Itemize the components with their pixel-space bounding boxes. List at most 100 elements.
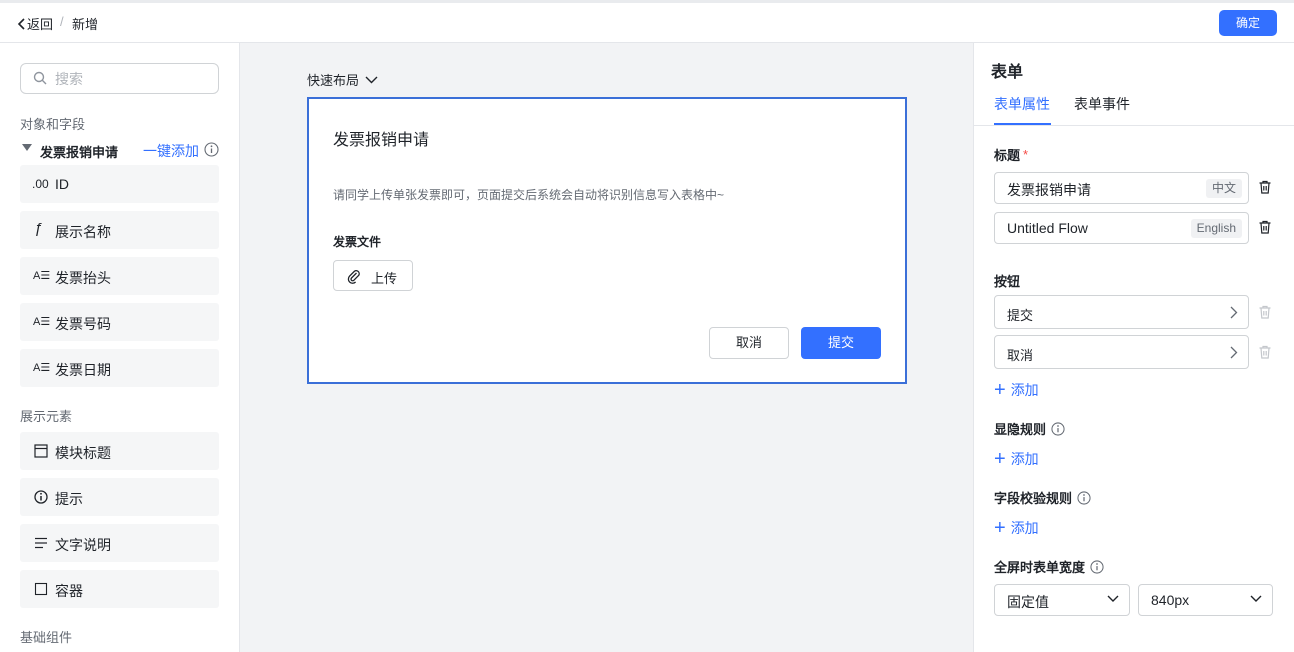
chevron-right-icon [1230,346,1238,359]
object-group-header[interactable]: 发票报销申请 一键添加 [20,141,220,161]
display-section-title: 展示元素 [20,409,73,424]
title-zh-input[interactable]: 发票报销申请 中文 [994,172,1249,204]
info-icon [34,490,48,504]
field-item-invoice-header[interactable]: A☰ 发票抬头 [20,257,219,295]
field-item-label: 发票日期 [55,362,111,378]
basic-components-title: 基础组件 [20,630,73,645]
lang-badge-en: English [1190,219,1242,238]
breadcrumb-current: 新增 [72,17,99,32]
info-icon[interactable] [204,142,219,157]
panel-tabs: 表单属性 表单事件 [974,83,1294,126]
field-item-invoice-date[interactable]: A☰ 发票日期 [20,349,219,387]
display-item-module-title[interactable]: 模块标题 [20,432,219,470]
container-icon [34,582,48,596]
active-tab-indicator [994,123,1051,125]
display-item-label: 模块标题 [55,445,111,461]
width-value-select[interactable]: 840px [1138,584,1273,616]
back-label: 返回 [27,17,54,32]
button-config-submit[interactable]: 提交 [994,295,1249,329]
paperclip-icon [347,270,360,284]
trash-icon [1259,345,1271,359]
width-mode-select[interactable]: 固定值 [994,584,1130,616]
display-item-label: 文字说明 [55,537,111,553]
form-description: 请同学上传单张发票即可，页面提交后系统会自动将识别信息写入表格中~ [333,188,725,202]
property-panel: 表单 表单属性 表单事件 标题 * 发票报销申请 中文 Untitled Flo… [973,43,1294,652]
button-config-cancel[interactable]: 取消 [994,335,1249,369]
trash-icon[interactable] [1257,179,1273,195]
chevron-down-icon [1107,595,1119,602]
title-section-label: 标题 * [994,145,1028,164]
search-input[interactable] [55,69,205,89]
field-item-display-name[interactable]: ƒ 展示名称 [20,211,219,249]
tab-form-properties[interactable]: 表单属性 [994,94,1050,114]
add-label: 添加 [1010,451,1039,467]
plus-icon: + [994,448,1006,470]
confirm-button[interactable]: 确定 [1219,10,1277,36]
fullscreen-width-label: 全屏时表单宽度 [994,557,1104,576]
form-canvas: 快速布局 发票报销申请 请同学上传单张发票即可，页面提交后系统会自动将识别信息写… [240,43,973,652]
objects-section-title: 对象和字段 [20,117,86,132]
button-config-label: 提交 [1007,308,1034,323]
form-title: 发票报销申请 [333,132,430,149]
invoice-file-label: 发票文件 [333,235,382,249]
add-button-link[interactable]: + 添加 [994,380,1039,400]
caret-down-icon[interactable] [22,144,32,151]
field-item-label: 展示名称 [55,224,111,240]
field-item-invoice-number[interactable]: A☰ 发票号码 [20,303,219,341]
lang-badge-zh: 中文 [1205,179,1242,198]
upload-button[interactable]: 上传 [333,260,413,291]
fullscreen-width-text: 全屏时表单宽度 [994,560,1086,575]
field-item-label: 发票抬头 [55,270,111,286]
required-mark: * [1023,147,1029,162]
field-item-label: 发票号码 [55,316,111,332]
decimal-icon: .00 [32,177,49,191]
width-value: 840px [1151,592,1190,608]
back-button[interactable]: 返回 [17,14,53,33]
plus-icon: + [994,379,1006,401]
validation-rules-label: 字段校验规则 [994,488,1091,507]
info-icon[interactable] [1051,421,1065,436]
display-item-text-description[interactable]: 文字说明 [20,524,219,562]
text-field-icon: A☰ [33,316,51,328]
formula-icon: ƒ [34,220,43,237]
form-preview-card[interactable]: 发票报销申请 请同学上传单张发票即可，页面提交后系统会自动将识别信息写入表格中~… [307,97,907,384]
buttons-section-label: 按钮 [994,274,1021,289]
title-en-value: Untitled Flow [1007,220,1088,236]
trash-icon[interactable] [1257,219,1273,235]
add-visibility-rule-link[interactable]: + 添加 [994,449,1039,469]
one-click-add-link[interactable]: 一键添加 [143,141,199,161]
info-icon[interactable] [1090,559,1104,574]
display-item-tip[interactable]: 提示 [20,478,219,516]
display-item-container[interactable]: 容器 [20,570,219,608]
add-validation-rule-link[interactable]: + 添加 [994,518,1039,538]
text-field-icon: A☰ [33,270,51,282]
text-field-icon: A☰ [33,362,51,374]
display-item-label: 容器 [55,583,83,599]
visibility-rules-label: 显隐规则 [994,419,1065,438]
field-item-id[interactable]: .00 ID [20,165,219,203]
chevron-right-icon [1230,306,1238,319]
field-item-label: ID [55,176,69,192]
search-box[interactable] [20,63,219,94]
plus-icon: + [994,517,1006,539]
add-label: 添加 [1010,382,1039,398]
visibility-rules-text: 显隐规则 [994,422,1047,437]
title-zh-value: 发票报销申请 [1007,182,1091,198]
form-cancel-button[interactable]: 取消 [709,327,789,359]
module-title-icon [34,444,48,458]
trash-icon [1259,305,1271,319]
top-bar: 返回 / 新增 确定 [0,0,1294,43]
display-item-label: 提示 [55,491,83,507]
chevron-down-icon [365,76,378,83]
info-icon[interactable] [1077,490,1091,505]
title-en-input[interactable]: Untitled Flow English [994,212,1249,244]
panel-title: 表单 [991,64,1024,81]
width-mode-value: 固定值 [1007,594,1049,610]
search-icon [33,71,47,85]
chevron-down-icon [1250,595,1262,602]
title-section-text: 标题 [994,148,1021,163]
quick-layout-dropdown[interactable]: 快速布局 [307,70,378,89]
left-sidebar: 对象和字段 发票报销申请 一键添加 .00 ID ƒ 展示名称 A☰ 发票抬头 … [0,43,240,652]
form-submit-button[interactable]: 提交 [801,327,881,359]
tab-form-events[interactable]: 表单事件 [1074,94,1130,114]
